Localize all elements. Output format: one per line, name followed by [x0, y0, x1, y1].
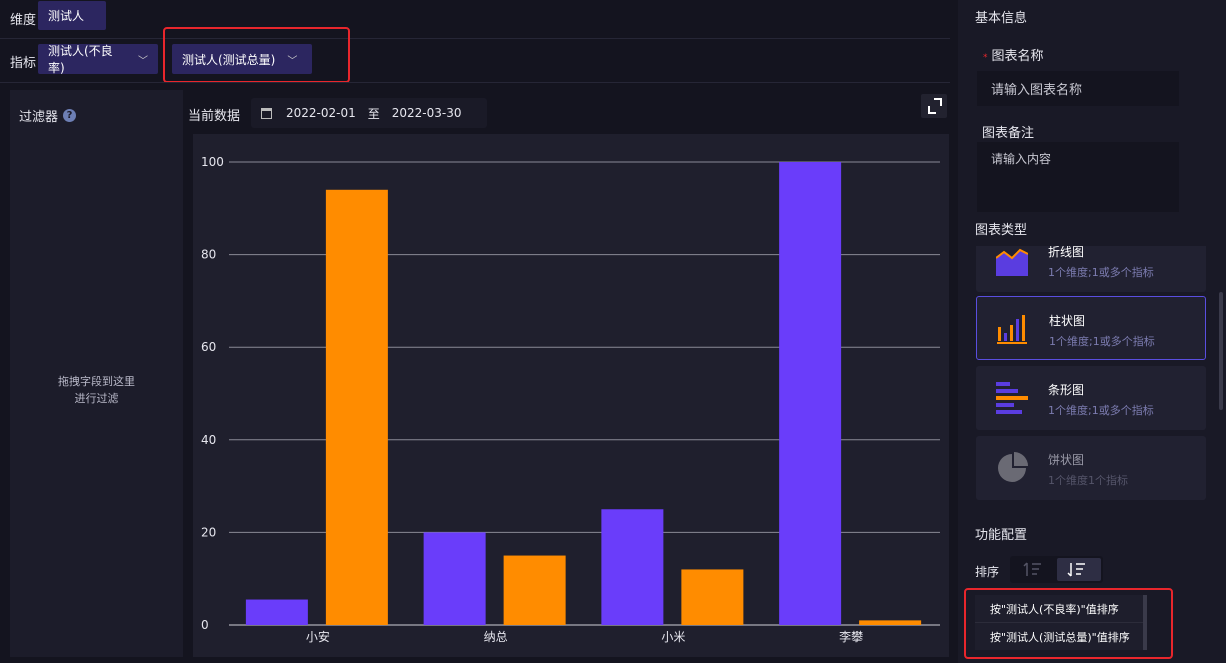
bar [601, 509, 664, 625]
dimension-pill[interactable]: 测试人 [38, 1, 106, 30]
metric-pill-label: 测试人(不良率) [48, 44, 113, 75]
dimension-divider [0, 38, 950, 39]
chart-type-desc: 1个维度1个指标 [1048, 474, 1128, 487]
bar [423, 532, 486, 625]
date-end[interactable]: 2022-03-30 [392, 106, 462, 120]
y-tick-label: 0 [201, 618, 209, 632]
bar-chart: 0 20 40 60 80 100 小安 纳总 小米 李攀 [201, 155, 940, 644]
chart-type-line[interactable]: 折线图 1个维度;1或多个指标 [976, 246, 1206, 292]
section-basic-info: 基本信息 [975, 11, 1028, 26]
chart-name-input[interactable]: 请输入图表名称 [977, 71, 1179, 106]
x-tick-label: 小米 [661, 630, 685, 644]
chart-type-pie[interactable]: 饼状图 1个维度1个指标 [976, 436, 1206, 500]
filter-panel[interactable]: 过滤器 ? 拖拽字段到这里 进行过滤 [10, 90, 183, 657]
chart-note-label: 图表备注 [982, 126, 1035, 141]
bar [503, 555, 566, 625]
bar [681, 569, 744, 625]
calendar-icon [261, 107, 272, 119]
highlight-box-metric [163, 27, 350, 83]
dimension-pill-label: 测试人 [48, 9, 85, 23]
bar-chart-icon [997, 315, 1027, 344]
sort-ascending-button[interactable] [1013, 558, 1057, 581]
chart-type-name: 柱状图 [1049, 314, 1086, 328]
chart-type-desc: 1个维度;1或多个指标 [1049, 335, 1155, 348]
chart-type-name: 折线图 [1048, 246, 1085, 259]
sort-toggle-group[interactable] [1010, 556, 1103, 583]
fullscreen-icon[interactable] [921, 94, 947, 118]
required-icon: * [983, 53, 988, 63]
date-separator: 至 [367, 106, 380, 121]
sort-descending-button[interactable] [1057, 558, 1101, 581]
y-tick-label: 100 [201, 155, 224, 169]
settings-scrollbar[interactable] [1219, 292, 1223, 410]
sort-descending-icon [1067, 563, 1085, 577]
filter-hint-line: 拖拽字段到这里 [58, 375, 135, 388]
chart-type-hbar[interactable]: 条形图 1个维度;1或多个指标 [976, 366, 1206, 430]
y-tick-label: 80 [201, 248, 216, 262]
chart-type-list[interactable]: 折线图 1个维度;1或多个指标 柱状图 1个维度;1或多个指标 条形图 1个维度… [976, 246, 1206, 526]
x-tick-label: 纳总 [484, 630, 508, 644]
chart-type-label: 图表类型 [975, 223, 1028, 238]
highlight-box-sort [964, 588, 1173, 659]
y-tick-label: 40 [201, 433, 216, 447]
chart-name-label: * 图表名称 [983, 45, 1044, 64]
bar [325, 189, 388, 625]
metric-divider [0, 82, 950, 83]
chart-note-textarea[interactable]: 请输入内容 [977, 142, 1179, 212]
current-data-label: 当前数据 [188, 109, 241, 124]
chart-area: 0 20 40 60 80 100 小安 纳总 小米 李攀 [193, 134, 949, 657]
chart-type-name: 饼状图 [1048, 453, 1085, 467]
y-tick-label: 20 [201, 525, 216, 539]
filter-title-label: 过滤器 [19, 110, 59, 125]
horizontal-bar-icon [996, 382, 1028, 414]
metric-label: 指标 [10, 56, 37, 71]
bar [245, 599, 308, 625]
chart-type-name: 条形图 [1048, 383, 1085, 397]
filter-hint-line: 进行过滤 [74, 392, 119, 405]
filter-dropzone-hint: 拖拽字段到这里 进行过滤 [10, 373, 183, 407]
x-tick-label: 李攀 [839, 629, 863, 644]
function-config-label: 功能配置 [975, 528, 1028, 543]
bar [859, 620, 922, 625]
chart-type-desc: 1个维度;1或多个指标 [1048, 266, 1154, 279]
area-chart-icon [996, 248, 1028, 276]
date-range-picker[interactable]: 2022-02-01 至 2022-03-30 [251, 98, 487, 128]
bar [779, 162, 842, 625]
dimension-label: 维度 [10, 13, 37, 28]
x-tick-label: 小安 [306, 629, 330, 644]
chart-note-placeholder: 请输入内容 [991, 152, 1052, 166]
sort-label: 排序 [975, 565, 1000, 579]
pie-chart-icon [998, 452, 1028, 482]
metric-pill-defect-rate[interactable]: 测试人(不良率) ﹀ [38, 44, 158, 75]
y-tick-label: 60 [201, 340, 216, 354]
sort-ascending-icon [1023, 562, 1041, 576]
chart-name-placeholder: 请输入图表名称 [991, 83, 1083, 98]
chevron-down-icon: ﹀ [138, 55, 148, 67]
filter-title: 过滤器 ? [19, 106, 77, 125]
chart-type-desc: 1个维度;1或多个指标 [1048, 404, 1154, 417]
chart-name-label-text: 图表名称 [991, 49, 1044, 64]
chart-type-bar[interactable]: 柱状图 1个维度;1或多个指标 [976, 296, 1206, 360]
date-start[interactable]: 2022-02-01 [286, 106, 356, 120]
help-icon[interactable]: ? [63, 109, 77, 122]
